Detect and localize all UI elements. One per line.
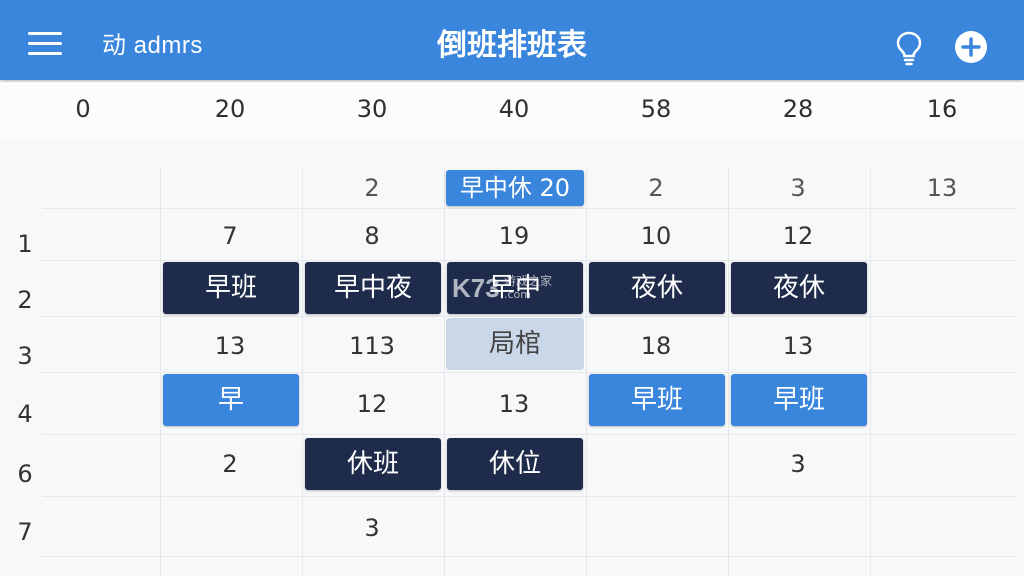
shift-count[interactable]: 3 [728,168,868,208]
shift-count[interactable]: 12 [302,384,442,424]
shift-chip[interactable]: 早 [163,374,299,426]
row-label: 6 [17,460,33,488]
watermark-url: .com [504,288,531,301]
row-label: 7 [17,518,33,546]
shift-chip[interactable]: 早班 [163,262,299,314]
shift-count[interactable]: 13 [872,168,1012,208]
shift-count[interactable]: 3 [302,508,442,548]
grid-line [42,434,1016,435]
grid-line [42,496,1016,497]
column-header[interactable]: 58 [586,94,726,124]
shift-count[interactable]: 2 [586,168,726,208]
grid-line [42,372,1016,373]
app-root: 动 admrs 倒班排班表 0 20 30 40 58 28 16 1 2 3 … [0,0,1024,576]
shift-count[interactable]: 18 [586,326,726,366]
row-label: 3 [17,342,33,370]
app-subtitle: 动 admrs [102,32,203,59]
grid-line [42,556,1016,557]
shift-chip-selected[interactable]: 局棺 [446,318,584,370]
column-header[interactable]: 0 [48,94,118,124]
shift-chip[interactable]: 早中夜 [305,262,441,314]
shift-chip[interactable]: 休位 [447,438,583,490]
shift-count[interactable]: 2 [160,444,300,484]
shift-chip[interactable]: 早中休 20 [446,170,584,206]
shift-count[interactable]: 7 [160,216,300,256]
shift-count[interactable]: 12 [728,216,868,256]
app-bar: 动 admrs 倒班排班表 [0,0,1024,80]
column-header[interactable]: 40 [444,94,584,124]
shift-count[interactable]: 19 [444,216,584,256]
shift-chip[interactable]: 早班 [731,374,867,426]
lightbulb-icon[interactable] [894,30,924,66]
page-title: 倒班排班表 [437,28,587,63]
row-label: 1 [17,230,33,258]
shift-chip[interactable]: 休班 [305,438,441,490]
shift-count[interactable]: 13 [160,326,300,366]
watermark-text: 游戏之家 [504,274,553,288]
column-header[interactable]: 16 [872,94,1012,124]
shift-count[interactable]: 13 [728,326,868,366]
shift-count[interactable]: 3 [728,444,868,484]
shift-chip[interactable]: 早班 [589,374,725,426]
column-header[interactable]: 30 [302,94,442,124]
shift-count[interactable]: 13 [444,384,584,424]
shift-count[interactable]: 113 [302,326,442,366]
row-label: 4 [17,400,33,428]
watermark: K73 游戏之家 .com [452,272,582,304]
column-header-row: 0 20 30 40 58 28 16 [0,82,1024,140]
watermark-logo: K73 [452,273,500,303]
shift-count[interactable]: 2 [302,168,442,208]
column-header[interactable]: 28 [728,94,868,124]
grid-line [42,208,1016,209]
grid-line [42,260,1016,261]
column-header[interactable]: 20 [160,94,300,124]
menu-icon[interactable] [28,32,62,56]
shift-count[interactable]: 10 [586,216,726,256]
grid-line [42,316,1016,317]
shift-chip[interactable]: 夜休 [589,262,725,314]
row-label: 2 [17,286,33,314]
shift-chip[interactable]: 夜休 [731,262,867,314]
add-circle-icon[interactable] [954,30,988,64]
shift-count[interactable]: 8 [302,216,442,256]
